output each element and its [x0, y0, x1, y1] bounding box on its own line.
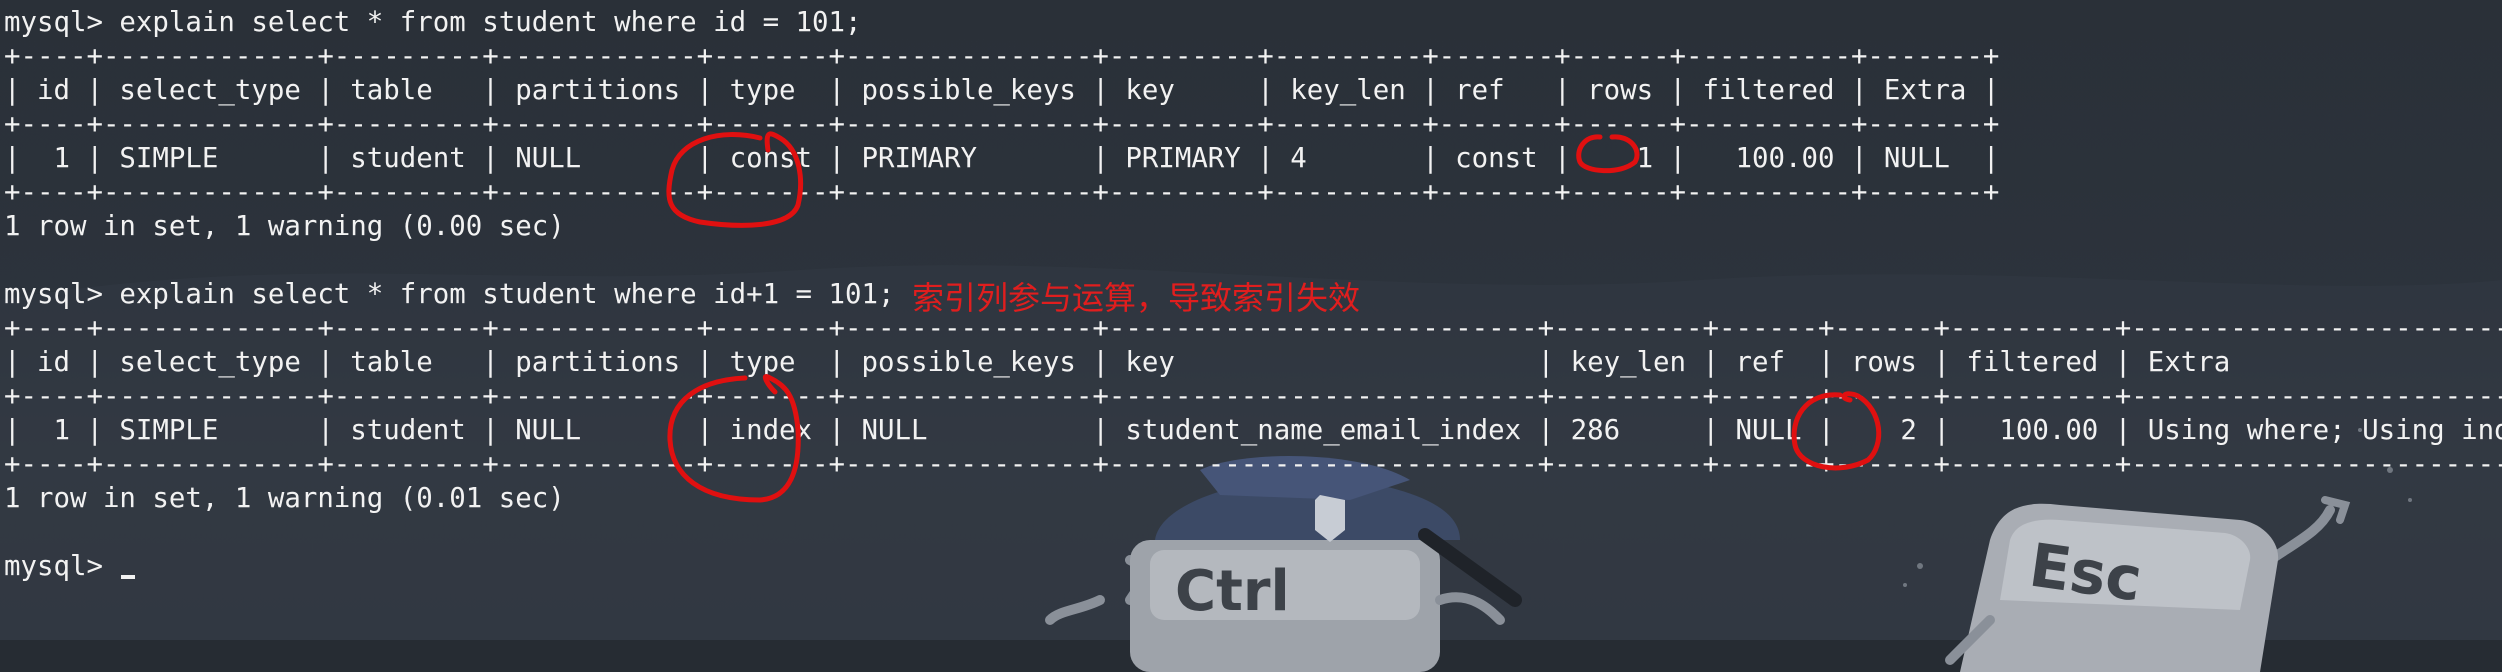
- table-2-data-row: | 1 | SIMPLE | student | NULL | index | …: [4, 415, 2502, 446]
- annotation-note: 索引列参与运算，导致索引失效: [912, 279, 1361, 317]
- table-2-header-row: | id | select_type | table | partitions …: [4, 347, 2502, 378]
- result-summary-1: 1 row in set, 1 warning (0.00 sec): [4, 211, 565, 242]
- prompt-command-1: mysql> explain select * from student whe…: [4, 7, 862, 38]
- result-summary-2: 1 row in set, 1 warning (0.01 sec): [4, 483, 565, 514]
- table-2-border-bottom: +----+-------------+---------+----------…: [4, 449, 2502, 480]
- table-1-border-bottom: +----+-------------+---------+----------…: [4, 177, 2000, 208]
- prompt-command-2: mysql> explain select * from student whe…: [4, 279, 895, 310]
- table-1-border-top: +----+-------------+---------+----------…: [4, 41, 2000, 72]
- table-1-header-row: | id | select_type | table | partitions …: [4, 75, 2000, 106]
- table-1-data-row: | 1 | SIMPLE | student | NULL | const | …: [4, 143, 2000, 174]
- prompt-label: mysql>: [4, 551, 120, 582]
- prompt-line[interactable]: mysql>: [4, 550, 136, 584]
- terminal-window[interactable]: mysql> explain select * from student whe…: [0, 0, 2502, 672]
- table-2-border-mid: +----+-------------+---------+----------…: [4, 381, 2502, 412]
- text-cursor: [121, 575, 136, 579]
- table-1-border-mid: +----+-------------+---------+----------…: [4, 109, 2000, 140]
